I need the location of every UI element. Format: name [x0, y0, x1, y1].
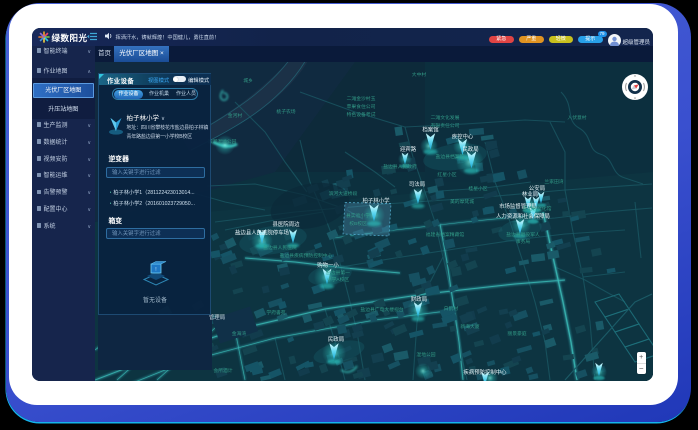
svg-text:盐边县人民政府: 盐边县人民政府	[383, 163, 417, 170]
svg-text:红星小区: 红星小区	[437, 171, 456, 178]
svg-text:入伏意村: 入伏意村	[567, 114, 586, 121]
svg-text:司法局: 司法局	[409, 180, 425, 188]
svg-text:美的摩梵城: 美的摩梵城	[450, 198, 474, 205]
svg-text:新海大厦: 新海大厦	[460, 323, 479, 330]
svg-text:有限责任公司: 有限责任公司	[431, 122, 460, 129]
svg-text:盐边县退役军人: 盐边县退役军人	[506, 231, 540, 238]
svg-text:县医院周边: 县医院周边	[273, 220, 301, 228]
svg-text:金河村: 金河村	[228, 112, 243, 119]
svg-text:人力资源和社会保障局: 人力资源和社会保障局	[496, 212, 550, 220]
svg-text:盐边县人民医院停车场: 盐边县人民医院停车场	[235, 228, 290, 236]
svg-text:迎宾路: 迎宾路	[400, 145, 417, 153]
svg-text:小学A校区: 小学A校区	[327, 276, 350, 283]
svg-text:盐边县文化馆: 盐边县文化馆	[523, 205, 552, 212]
svg-text:管理局: 管理局	[209, 313, 225, 321]
svg-text:滨河湿地公园: 滨河湿地公园	[208, 138, 237, 145]
svg-text:民政局: 民政局	[462, 145, 478, 153]
svg-text:民政局: 民政局	[328, 335, 344, 343]
svg-text:学府書苑: 学府書苑	[266, 309, 285, 316]
svg-text:二滩文化发展: 二滩文化发展	[431, 114, 460, 121]
svg-text:二滩金沙村玉: 二滩金沙村玉	[347, 95, 376, 102]
svg-text:苹果食住公司: 苹果食住公司	[347, 103, 376, 110]
svg-text:盐边县广电大楼视台: 盐边县广电大楼视台	[360, 306, 403, 313]
svg-text:丽景豪庭: 丽景豪庭	[507, 330, 526, 337]
svg-text:会所酒计: 会所酒计	[213, 367, 232, 374]
svg-text:林业局: 林业局	[522, 190, 538, 198]
svg-text:事务局: 事务局	[516, 238, 531, 245]
svg-text:盐边县疾病预防控制中心: 盐边县疾病预防控制中心	[280, 252, 333, 259]
svg-text:县实验小学: 县实验小学	[346, 212, 370, 219]
svg-text:金海湾: 金海湾	[232, 330, 247, 337]
svg-text:湿地公园: 湿地公园	[416, 351, 435, 358]
svg-text:白鹤村: 白鹤村	[444, 305, 459, 312]
svg-text:大中村: 大中村	[412, 71, 427, 78]
svg-text:!: !	[155, 267, 156, 273]
svg-text:购物一小: 购物一小	[317, 261, 339, 269]
svg-text:桂星小区: 桂星小区	[468, 185, 487, 192]
svg-text:盐边县第一: 盐边县第一	[326, 269, 350, 276]
svg-text:桃子农场: 桃子农场	[276, 108, 295, 115]
svg-text:疾控中心: 疾控中心	[452, 132, 474, 140]
svg-text:公安局: 公安局	[529, 184, 545, 192]
svg-text:福建省档案精藏馆: 福建省档案精藏馆	[426, 231, 465, 238]
svg-text:滨河大道桥段: 滨河大道桥段	[329, 190, 358, 197]
svg-text:兰家田湾: 兰家田湾	[544, 178, 563, 185]
svg-text:盐边县人民医院: 盐边县人民医院	[263, 244, 297, 251]
svg-text:校B校区: 校B校区	[349, 220, 367, 227]
svg-text:盐边县档案馆: 盐边县档案馆	[436, 153, 465, 160]
svg-text:财政局: 财政局	[411, 295, 427, 303]
svg-text:城乡: 城乡	[243, 77, 253, 84]
svg-text:柏子林小学: 柏子林小学	[363, 196, 391, 204]
svg-text:疾病预防控制中心: 疾病预防控制中心	[463, 368, 507, 376]
svg-text:特色设备考试: 特色设备考试	[347, 111, 376, 118]
